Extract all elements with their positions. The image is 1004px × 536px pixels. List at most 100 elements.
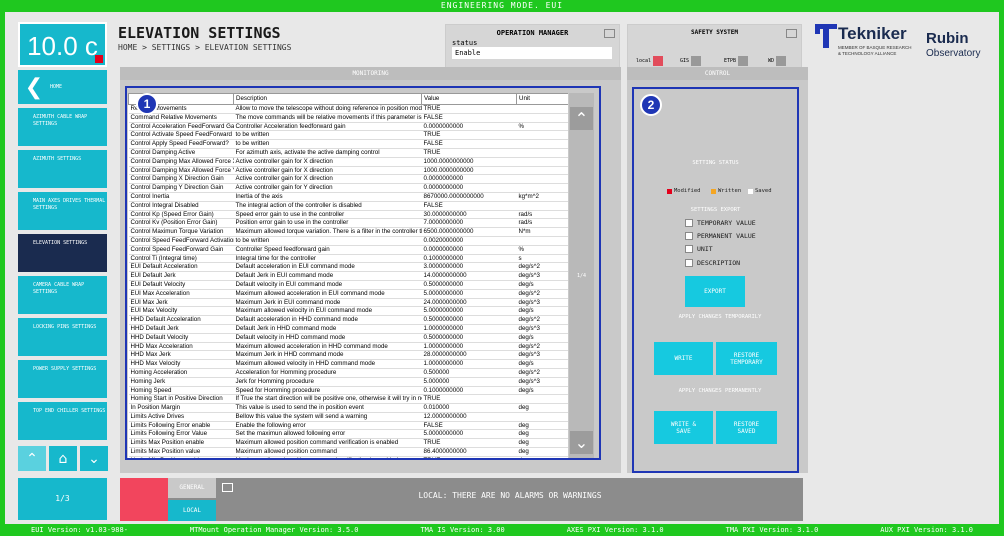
table-row[interactable]: Control Speed FeedForward Gain Controller… bbox=[128, 245, 568, 255]
table-row[interactable]: Limits Max Position enable Maximum allowe… bbox=[128, 438, 568, 449]
table-row[interactable]: Control Acceleration FeedForward Gain Con… bbox=[128, 122, 568, 132]
table-row[interactable]: HHD Default Velocity Default velocity in … bbox=[128, 333, 568, 343]
table-row[interactable]: HHD Default Acceleration Default accelera… bbox=[128, 315, 568, 325]
column-header: Unit bbox=[516, 93, 568, 105]
table-cell: Control Damping Max Allowed Force X bbox=[128, 157, 234, 167]
table-row[interactable]: Control Damping Max Allowed Force X Activ… bbox=[128, 157, 568, 167]
table-cell: Default Jerk in EUI command mode bbox=[233, 271, 422, 281]
table-row[interactable]: Control Ti (Integral time) Integral time … bbox=[128, 254, 568, 264]
checkbox-unit[interactable]: UNIT bbox=[685, 245, 713, 253]
table-cell: deg/s^2 bbox=[516, 315, 568, 325]
checkbox[interactable] bbox=[685, 245, 693, 253]
sidebar-item-azimuth[interactable]: AZIMUTH SETTINGS bbox=[18, 150, 107, 189]
table-row[interactable]: Control Damping Active For azimuth axis, … bbox=[128, 148, 568, 158]
table-scrollbar[interactable]: ⌃ 1/4 ⌄ bbox=[569, 93, 594, 458]
control-title: CONTROL bbox=[627, 67, 808, 80]
sidebar-item-thermal[interactable]: MAIN AXES DRIVES THERMAL SETTINGS bbox=[18, 192, 107, 231]
table-row[interactable]: Limits Following Error enable Enable the … bbox=[128, 421, 568, 431]
table-row[interactable]: Homing Start in Positive Direction If Tru… bbox=[128, 394, 568, 405]
sidebar-item-locking-pins[interactable]: LOCKING PINS SETTINGS bbox=[18, 318, 107, 357]
table-row[interactable]: Control Inertia Inertia of the axis 867000… bbox=[128, 192, 568, 202]
table-cell bbox=[516, 148, 568, 158]
table-row[interactable]: Control Integral Disabled The integral ac… bbox=[128, 201, 568, 211]
table-cell: % bbox=[516, 122, 568, 132]
table-cell: 1.0000000000 bbox=[421, 324, 517, 334]
status-value: Enable bbox=[452, 47, 612, 59]
table-row[interactable]: Limits Max Position value Maximum allowed… bbox=[128, 447, 568, 457]
table-row[interactable]: Control Apply Speed FeedForward? to be wr… bbox=[128, 139, 568, 149]
parameters-table-container[interactable]: Description Value Unit Relative Movement… bbox=[128, 93, 568, 458]
table-row[interactable]: In Position Margin This value is used to … bbox=[128, 403, 568, 413]
table-row[interactable]: EUI Max Velocity Maximum allowed velocity… bbox=[128, 306, 568, 317]
table-row[interactable]: EUI Max Acceleration Maximum allowed acce… bbox=[128, 289, 568, 299]
write-save-button[interactable]: WRITE & SAVE bbox=[654, 411, 713, 444]
home-page-button[interactable]: ⌂ bbox=[49, 446, 77, 471]
table-cell: FALSE bbox=[421, 139, 517, 149]
checkbox[interactable] bbox=[685, 259, 693, 267]
general-mode-button[interactable]: GENERAL bbox=[168, 478, 216, 498]
sidebar-item-chiller[interactable]: TOP END CHILLER SETTINGS bbox=[18, 402, 107, 441]
table-row[interactable]: HHD Max Acceleration Maximum allowed acce… bbox=[128, 342, 568, 352]
table-cell: 0.5000000000 bbox=[421, 280, 517, 290]
table-cell: EUI Default Acceleration bbox=[128, 262, 234, 273]
table-row[interactable]: Homing Speed Speed for Homming procedure 0… bbox=[128, 386, 568, 396]
table-row[interactable]: Relative Movements Allow to move the tele… bbox=[128, 104, 568, 114]
table-cell: Maximum allowed velocity in EUI command … bbox=[233, 306, 422, 317]
table-row[interactable]: Control Speed FeedForward Activation to b… bbox=[128, 236, 568, 246]
version-tma-pxi: TMA PXI Version: 3.1.0 bbox=[725, 526, 819, 534]
table-row[interactable]: Control Damping Max Allowed Force Y Activ… bbox=[128, 166, 568, 176]
table-cell: 0.0020000000 bbox=[421, 236, 517, 246]
table-row[interactable]: Homing Jerk Jerk for Homming procedure 5.0… bbox=[128, 377, 568, 387]
table-row[interactable]: Command Relative Movements The move comma… bbox=[128, 113, 568, 123]
table-cell: Maximum allowed position command verific… bbox=[233, 438, 422, 449]
table-row[interactable]: Control Damping Y Direction Gain Active c… bbox=[128, 183, 568, 193]
page-down-button[interactable]: ⌄ bbox=[80, 446, 108, 471]
table-row[interactable]: EUI Default Velocity Default velocity in … bbox=[128, 280, 568, 290]
export-button[interactable]: EXPORT bbox=[685, 276, 745, 307]
table-row[interactable]: Control Damping X Direction Gain Active c… bbox=[128, 174, 568, 185]
table-row[interactable]: Limits Following Error Value Set the maxi… bbox=[128, 429, 568, 440]
table-row[interactable]: Control Kp (Speed Error Gain) Speed error… bbox=[128, 210, 568, 220]
table-row[interactable]: HHD Max Jerk Maximum Jerk in HHD command … bbox=[128, 350, 568, 361]
table-cell: TRUE bbox=[421, 438, 517, 449]
checkbox[interactable] bbox=[685, 232, 693, 240]
table-cell: Control Kp (Speed Error Gain) bbox=[128, 210, 234, 220]
checkbox-permanent-value[interactable]: PERMANENT VALUE bbox=[685, 232, 756, 240]
sidebar-item-power-supply[interactable]: POWER SUPPLY SETTINGS bbox=[18, 360, 107, 399]
checkbox[interactable] bbox=[685, 219, 693, 227]
table-row[interactable]: EUI Default Jerk Default Jerk in EUI comm… bbox=[128, 271, 568, 281]
table-row[interactable]: Homing Acceleration Acceleration for Homm… bbox=[128, 368, 568, 378]
sidebar-item-camera-cable-wrap[interactable]: CAMERA CABLE WRAP SETTINGS bbox=[18, 276, 107, 315]
scroll-down-button[interactable]: ⌄ bbox=[570, 431, 593, 454]
cursor-icon[interactable] bbox=[786, 29, 797, 38]
home-button[interactable]: ❮ HOME bbox=[18, 70, 107, 105]
legend-swatch bbox=[667, 188, 672, 194]
table-cell bbox=[516, 113, 568, 123]
table-row[interactable]: Control Kv (Position Error Gain) Position… bbox=[128, 218, 568, 229]
cursor-icon[interactable] bbox=[604, 29, 615, 38]
page-up-button[interactable]: ⌃ bbox=[18, 446, 46, 471]
restore-temporary-button[interactable]: RESTORE TEMPORARY bbox=[716, 342, 777, 375]
checkbox-temporary-value[interactable]: TEMPORARY VALUE bbox=[685, 219, 756, 227]
table-cell: Control Kv (Position Error Gain) bbox=[128, 218, 234, 229]
safety-indicator-etpb: ETPB bbox=[724, 56, 749, 66]
sidebar-item-elevation[interactable]: ELEVATION SETTINGS bbox=[18, 234, 107, 273]
table-row[interactable]: Control Maximun Torque Variation Maximum … bbox=[128, 227, 568, 237]
write-button[interactable]: WRITE bbox=[654, 342, 713, 375]
local-mode-button[interactable]: LOCAL bbox=[168, 500, 216, 521]
table-cell: 0.0000000000 bbox=[421, 122, 517, 132]
table-row[interactable]: Limits Min Position enableMaximum allowe… bbox=[128, 456, 568, 458]
checkbox-description[interactable]: DESCRIPTION bbox=[685, 259, 740, 267]
table-row[interactable]: Control Activate Speed FeedForward In to … bbox=[128, 130, 568, 141]
table-row[interactable]: Limits Active Drives Bellow this value th… bbox=[128, 412, 568, 422]
sidebar-item-azimuth-cable-wrap[interactable]: AZIMUTH CABLE WRAP SETTINGS bbox=[18, 108, 107, 147]
table-cell: For azimuth axis, activate the active da… bbox=[233, 148, 422, 158]
table-row[interactable]: HHD Default Jerk Default Jerk in HHD comm… bbox=[128, 324, 568, 334]
scroll-up-button[interactable]: ⌃ bbox=[570, 107, 593, 130]
table-row[interactable]: EUI Max Jerk Maximum Jerk in EUI command … bbox=[128, 298, 568, 308]
breadcrumb: HOME > SETTINGS > ELEVATION SETTINGS bbox=[118, 43, 292, 52]
restore-saved-button[interactable]: RESTORE SAVED bbox=[716, 411, 777, 444]
table-row[interactable]: HHD Max Velocity Maximum allowed velocity… bbox=[128, 359, 568, 369]
table-cell: Control Damping Active bbox=[128, 148, 234, 158]
table-row[interactable]: EUI Default Acceleration Default accelera… bbox=[128, 262, 568, 273]
